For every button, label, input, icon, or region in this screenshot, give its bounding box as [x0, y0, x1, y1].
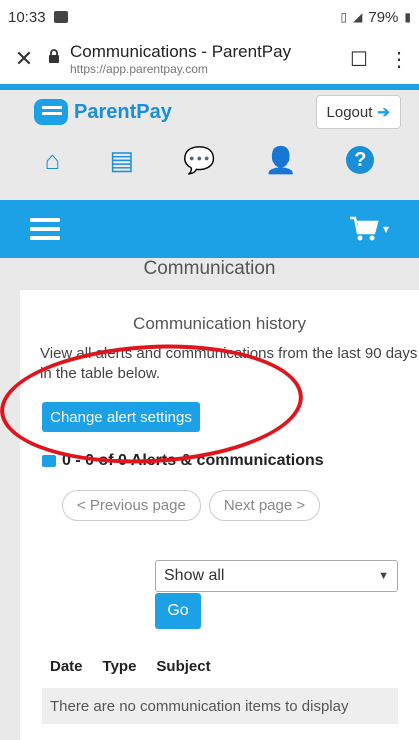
envelope-icon	[42, 455, 56, 467]
status-right: ▯ ◢ 79% ▮	[341, 9, 411, 26]
site-header: ParentPay Logout ➔	[0, 90, 419, 134]
close-icon[interactable]: ✕	[0, 46, 48, 72]
chat-icon[interactable]: 💬	[183, 145, 215, 176]
column-type: Type	[102, 658, 137, 675]
logout-label: Logout	[326, 103, 373, 121]
profile-icon[interactable]: 👤	[265, 145, 297, 176]
card-title: Communication history	[133, 314, 306, 333]
battery-icon: ▮	[404, 10, 411, 24]
main-nav: ⌂ ▤ 💬 👤 ?	[0, 134, 419, 186]
menu-bar: ▾	[0, 200, 419, 258]
browser-page-title: Communications - ParentPay	[70, 42, 292, 61]
empty-table-message: There are no communication items to disp…	[42, 688, 398, 724]
help-icon[interactable]: ?	[346, 146, 375, 174]
clock: 10:33	[8, 8, 46, 26]
communications-count: 0 - 0 of 0 Alerts & communications	[42, 452, 324, 470]
cart-icon	[349, 216, 379, 241]
table-header: Date Type Subject	[50, 658, 211, 675]
signal-icon: ◢	[353, 10, 363, 24]
column-subject: Subject	[156, 658, 211, 675]
wallet-logo-icon	[34, 99, 68, 125]
more-vertical-icon[interactable]: ⋮	[379, 47, 419, 72]
image-notification-icon	[53, 11, 68, 23]
chevron-down-icon: ▾	[382, 222, 389, 236]
parentpay-logo[interactable]: ParentPay	[34, 99, 172, 125]
browser-toolbar: ✕ Communications - ParentPay https://app…	[0, 34, 419, 84]
previous-page-button[interactable]: < Previous page	[62, 490, 201, 521]
hamburger-icon[interactable]	[30, 218, 60, 240]
logout-button[interactable]: Logout ➔	[315, 95, 401, 129]
status-bar: 10:33 ▯ ◢ 79% ▮	[0, 0, 419, 34]
column-date: Date	[50, 658, 83, 675]
page-title: Communication	[143, 258, 276, 279]
payments-icon[interactable]: ▤	[110, 145, 135, 176]
filter-selected-value: Show all	[164, 567, 225, 584]
vibrate-icon: ▯	[340, 10, 348, 24]
cart-button[interactable]: ▾	[349, 215, 389, 243]
dropdown-arrow-icon: ▼	[378, 570, 389, 582]
next-page-button[interactable]: Next page >	[208, 490, 321, 521]
bookmark-icon[interactable]: ☐	[339, 47, 379, 72]
filter-select[interactable]: Show all ▼	[155, 560, 398, 592]
browser-titles[interactable]: Communications - ParentPay https://app.p…	[70, 42, 339, 76]
lock-icon	[48, 49, 64, 69]
description: View all alerts and communications from …	[40, 345, 418, 382]
logout-icon: ➔	[377, 104, 390, 121]
brand-name: ParentPay	[74, 100, 172, 123]
go-button[interactable]: Go	[155, 593, 201, 629]
home-icon[interactable]: ⌂	[45, 145, 61, 176]
battery-level: 79%	[368, 8, 399, 26]
change-alert-settings-button[interactable]: Change alert settings	[42, 402, 200, 432]
pagination: < Previous page Next page >	[62, 490, 321, 521]
count-label: 0 - 0 of 0 Alerts & communications	[62, 452, 324, 469]
browser-url: https://app.parentpay.com	[70, 62, 208, 76]
